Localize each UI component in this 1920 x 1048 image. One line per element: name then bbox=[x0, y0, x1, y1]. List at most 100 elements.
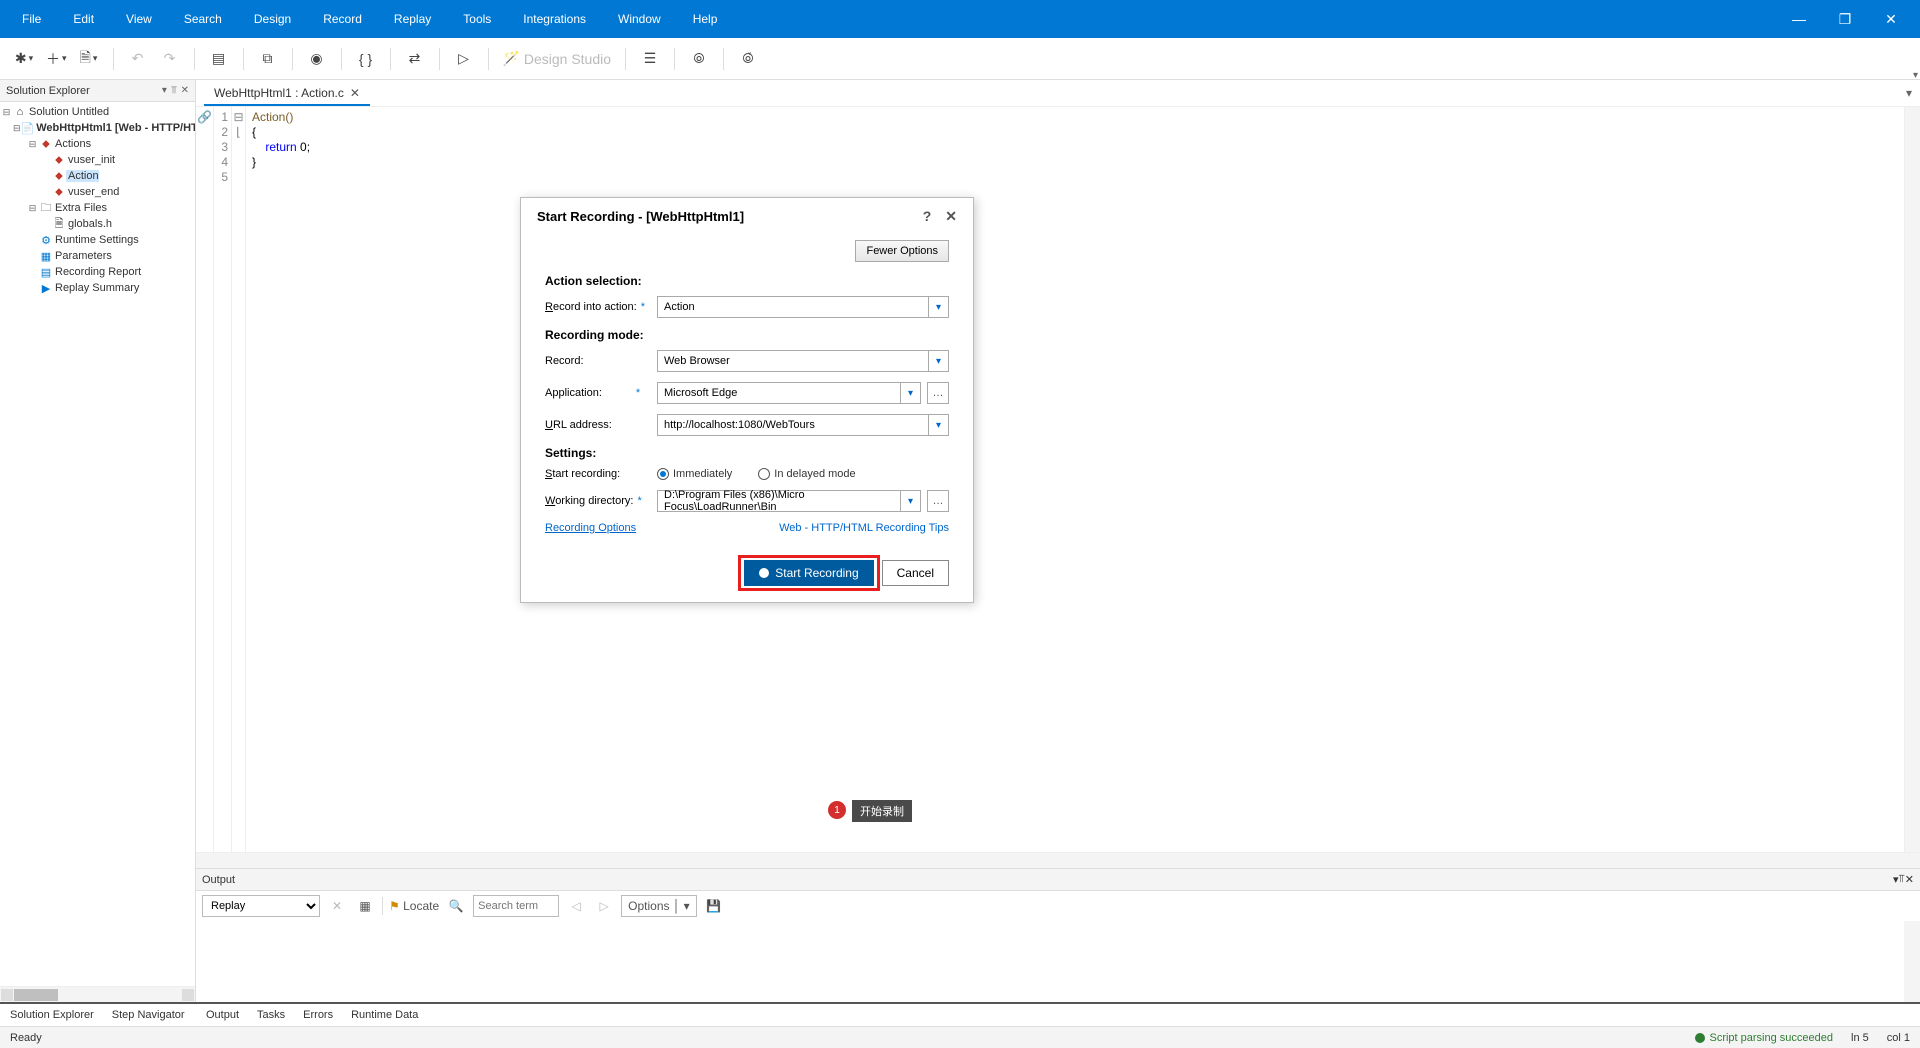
menu-design[interactable]: Design bbox=[238, 0, 307, 38]
editor-margin: 🔗 bbox=[196, 107, 214, 852]
output-save-button[interactable]: 💾 bbox=[703, 895, 725, 917]
run-button[interactable]: ▷ bbox=[450, 45, 478, 73]
tree-script-node[interactable]: ⊟📄WebHttpHtml1 [Web - HTTP/HTML] bbox=[0, 120, 195, 136]
sidebar-horizontal-scrollbar[interactable] bbox=[0, 986, 195, 1002]
tab-step-navigator[interactable]: Step Navigator bbox=[112, 1009, 185, 1021]
record-button[interactable]: ◉ bbox=[303, 45, 331, 73]
output-search-button[interactable]: 🔍 bbox=[445, 895, 467, 917]
editor-horizontal-scrollbar[interactable] bbox=[196, 852, 1920, 868]
url-combo[interactable]: http://localhost:1080/WebTours▾ bbox=[657, 414, 949, 436]
menu-replay[interactable]: Replay bbox=[378, 0, 447, 38]
tab-options-icon[interactable]: ▾ bbox=[1906, 86, 1912, 100]
menu-view[interactable]: View bbox=[110, 0, 168, 38]
tree-action-vuser-init[interactable]: ⬥vuser_init bbox=[0, 152, 195, 168]
replay-summary-icon: ▶ bbox=[39, 282, 53, 295]
undo-button[interactable]: ↶ bbox=[124, 45, 152, 73]
fewer-options-button[interactable]: Fewer Options bbox=[855, 240, 949, 262]
window-close-button[interactable]: ✕ bbox=[1868, 0, 1914, 38]
tree-runtime-settings[interactable]: ⚙Runtime Settings bbox=[0, 232, 195, 248]
output-next-button[interactable]: ▷ bbox=[593, 895, 615, 917]
save-button[interactable]: 🗎▾ bbox=[75, 45, 103, 73]
tree-recording-report[interactable]: ▤Recording Report bbox=[0, 264, 195, 280]
output-scrollbar[interactable] bbox=[1904, 921, 1920, 1002]
output-clear-button[interactable]: ✕ bbox=[326, 895, 348, 917]
tree-extra-files-folder[interactable]: ⊟🗀Extra Files bbox=[0, 200, 195, 216]
menu-tools[interactable]: Tools bbox=[447, 0, 507, 38]
code-editor[interactable]: 🔗 12345 ⊟⌊ Action() { return 0; } bbox=[196, 106, 1920, 852]
menu-edit[interactable]: Edit bbox=[57, 0, 110, 38]
tab-solution-explorer[interactable]: Solution Explorer bbox=[10, 1009, 94, 1021]
record-into-action-combo[interactable]: Action▾ bbox=[657, 296, 949, 318]
tree-globals-h[interactable]: 🗎globals.h bbox=[0, 216, 195, 232]
output-options-button[interactable]: Options │ ▾ bbox=[621, 895, 697, 917]
code-content[interactable]: Action() { return 0; } bbox=[246, 107, 1904, 852]
radio-delayed[interactable]: In delayed mode bbox=[758, 468, 855, 480]
tab-close-icon[interactable]: ✕ bbox=[350, 86, 360, 100]
working-directory-browse-button[interactable]: … bbox=[927, 490, 949, 512]
tab-action-c[interactable]: WebHttpHtml1 : Action.c ✕ bbox=[204, 82, 370, 106]
compile-button[interactable]: ⇄ bbox=[401, 45, 429, 73]
tree-action-vuser-end[interactable]: ⬥vuser_end bbox=[0, 184, 195, 200]
tree-replay-summary[interactable]: ▶Replay Summary bbox=[0, 280, 195, 296]
tab-output[interactable]: Output bbox=[206, 1009, 239, 1021]
panel-pin-icon[interactable]: ⫪ bbox=[171, 85, 177, 96]
dialog-help-icon[interactable]: ? bbox=[923, 208, 932, 224]
cancel-button[interactable]: Cancel bbox=[882, 560, 949, 586]
chevron-down-icon[interactable]: ▾ bbox=[900, 383, 920, 403]
menu-window[interactable]: Window bbox=[602, 0, 677, 38]
application-browse-button[interactable]: … bbox=[927, 382, 949, 404]
menu-search[interactable]: Search bbox=[168, 0, 238, 38]
window-minimize-button[interactable]: — bbox=[1776, 0, 1822, 38]
recording-tips-link[interactable]: Web - HTTP/HTML Recording Tips bbox=[779, 522, 949, 534]
new-script-button[interactable]: ✱▾ bbox=[10, 45, 38, 73]
redo-button[interactable]: ↷ bbox=[156, 45, 184, 73]
chevron-down-icon[interactable]: ▾ bbox=[928, 297, 948, 317]
output-grid-button[interactable]: ▦ bbox=[354, 895, 376, 917]
design-studio-button[interactable]: 🪄 Design Studio bbox=[499, 45, 616, 73]
tab-tasks[interactable]: Tasks bbox=[257, 1009, 285, 1021]
toolbar-btn-5[interactable]: ⦾ͮ bbox=[734, 45, 762, 73]
tree-parameters[interactable]: ▦Parameters bbox=[0, 248, 195, 264]
editor-vertical-scrollbar[interactable] bbox=[1904, 107, 1920, 852]
output-close-icon[interactable]: ✕ bbox=[1905, 873, 1914, 886]
menu-integrations[interactable]: Integrations bbox=[507, 0, 602, 38]
braces-button[interactable]: { } bbox=[352, 45, 380, 73]
application-combo[interactable]: Microsoft Edge▾ bbox=[657, 382, 921, 404]
toolbar-btn-3[interactable]: ☰ bbox=[636, 45, 664, 73]
window-maximize-button[interactable]: ❐ bbox=[1822, 0, 1868, 38]
working-directory-combo[interactable]: D:\Program Files (x86)\Micro Focus\LoadR… bbox=[657, 490, 921, 512]
tree-action-action[interactable]: ⬥Action bbox=[0, 168, 195, 184]
menu-file[interactable]: File bbox=[6, 0, 57, 38]
output-locate-button[interactable]: ⚑ Locate bbox=[389, 895, 439, 917]
page-icon: ▤ bbox=[212, 50, 225, 67]
chevron-down-icon[interactable]: ▾ bbox=[900, 491, 920, 511]
add-button[interactable]: ＋▾ bbox=[42, 45, 71, 73]
menu-record[interactable]: Record bbox=[307, 0, 378, 38]
toolbar-btn-1[interactable]: ▤ bbox=[205, 45, 233, 73]
chevron-down-icon[interactable]: ▾ bbox=[928, 415, 948, 435]
panel-close-icon[interactable]: ✕ bbox=[181, 85, 189, 96]
toolbar-btn-4[interactable]: ⦾ bbox=[685, 45, 713, 73]
tab-runtime-data[interactable]: Runtime Data bbox=[351, 1009, 418, 1021]
menubar: File Edit View Search Design Record Repl… bbox=[0, 0, 1920, 38]
editor-fold-column[interactable]: ⊟⌊ bbox=[232, 107, 246, 852]
tree-solution-root[interactable]: ⊟⌂Solution Untitled bbox=[0, 104, 195, 120]
start-recording-button[interactable]: Start Recording bbox=[744, 560, 873, 586]
menu-help[interactable]: Help bbox=[677, 0, 734, 38]
output-body bbox=[196, 921, 1920, 1002]
toolbar-btn-2[interactable]: ⧉ bbox=[254, 45, 282, 73]
tab-errors[interactable]: Errors bbox=[303, 1009, 333, 1021]
output-filter-select[interactable]: Replay bbox=[202, 895, 320, 917]
dialog-close-icon[interactable]: ✕ bbox=[945, 208, 957, 225]
undo-icon: ↶ bbox=[132, 50, 144, 67]
panel-dropdown-icon[interactable]: ▾ bbox=[162, 85, 167, 96]
output-search-input[interactable] bbox=[473, 895, 559, 917]
tab-label: WebHttpHtml1 : Action.c bbox=[214, 86, 344, 100]
tree-actions-folder[interactable]: ⊟⬥Actions bbox=[0, 136, 195, 152]
recording-options-link[interactable]: Recording Options bbox=[545, 522, 636, 534]
radio-immediately[interactable]: Immediately bbox=[657, 468, 732, 480]
chevron-down-icon[interactable]: ▾ bbox=[928, 351, 948, 371]
output-prev-button[interactable]: ◁ bbox=[565, 895, 587, 917]
solution-explorer-header: Solution Explorer ▾ ⫪ ✕ bbox=[0, 80, 195, 102]
record-combo[interactable]: Web Browser▾ bbox=[657, 350, 949, 372]
